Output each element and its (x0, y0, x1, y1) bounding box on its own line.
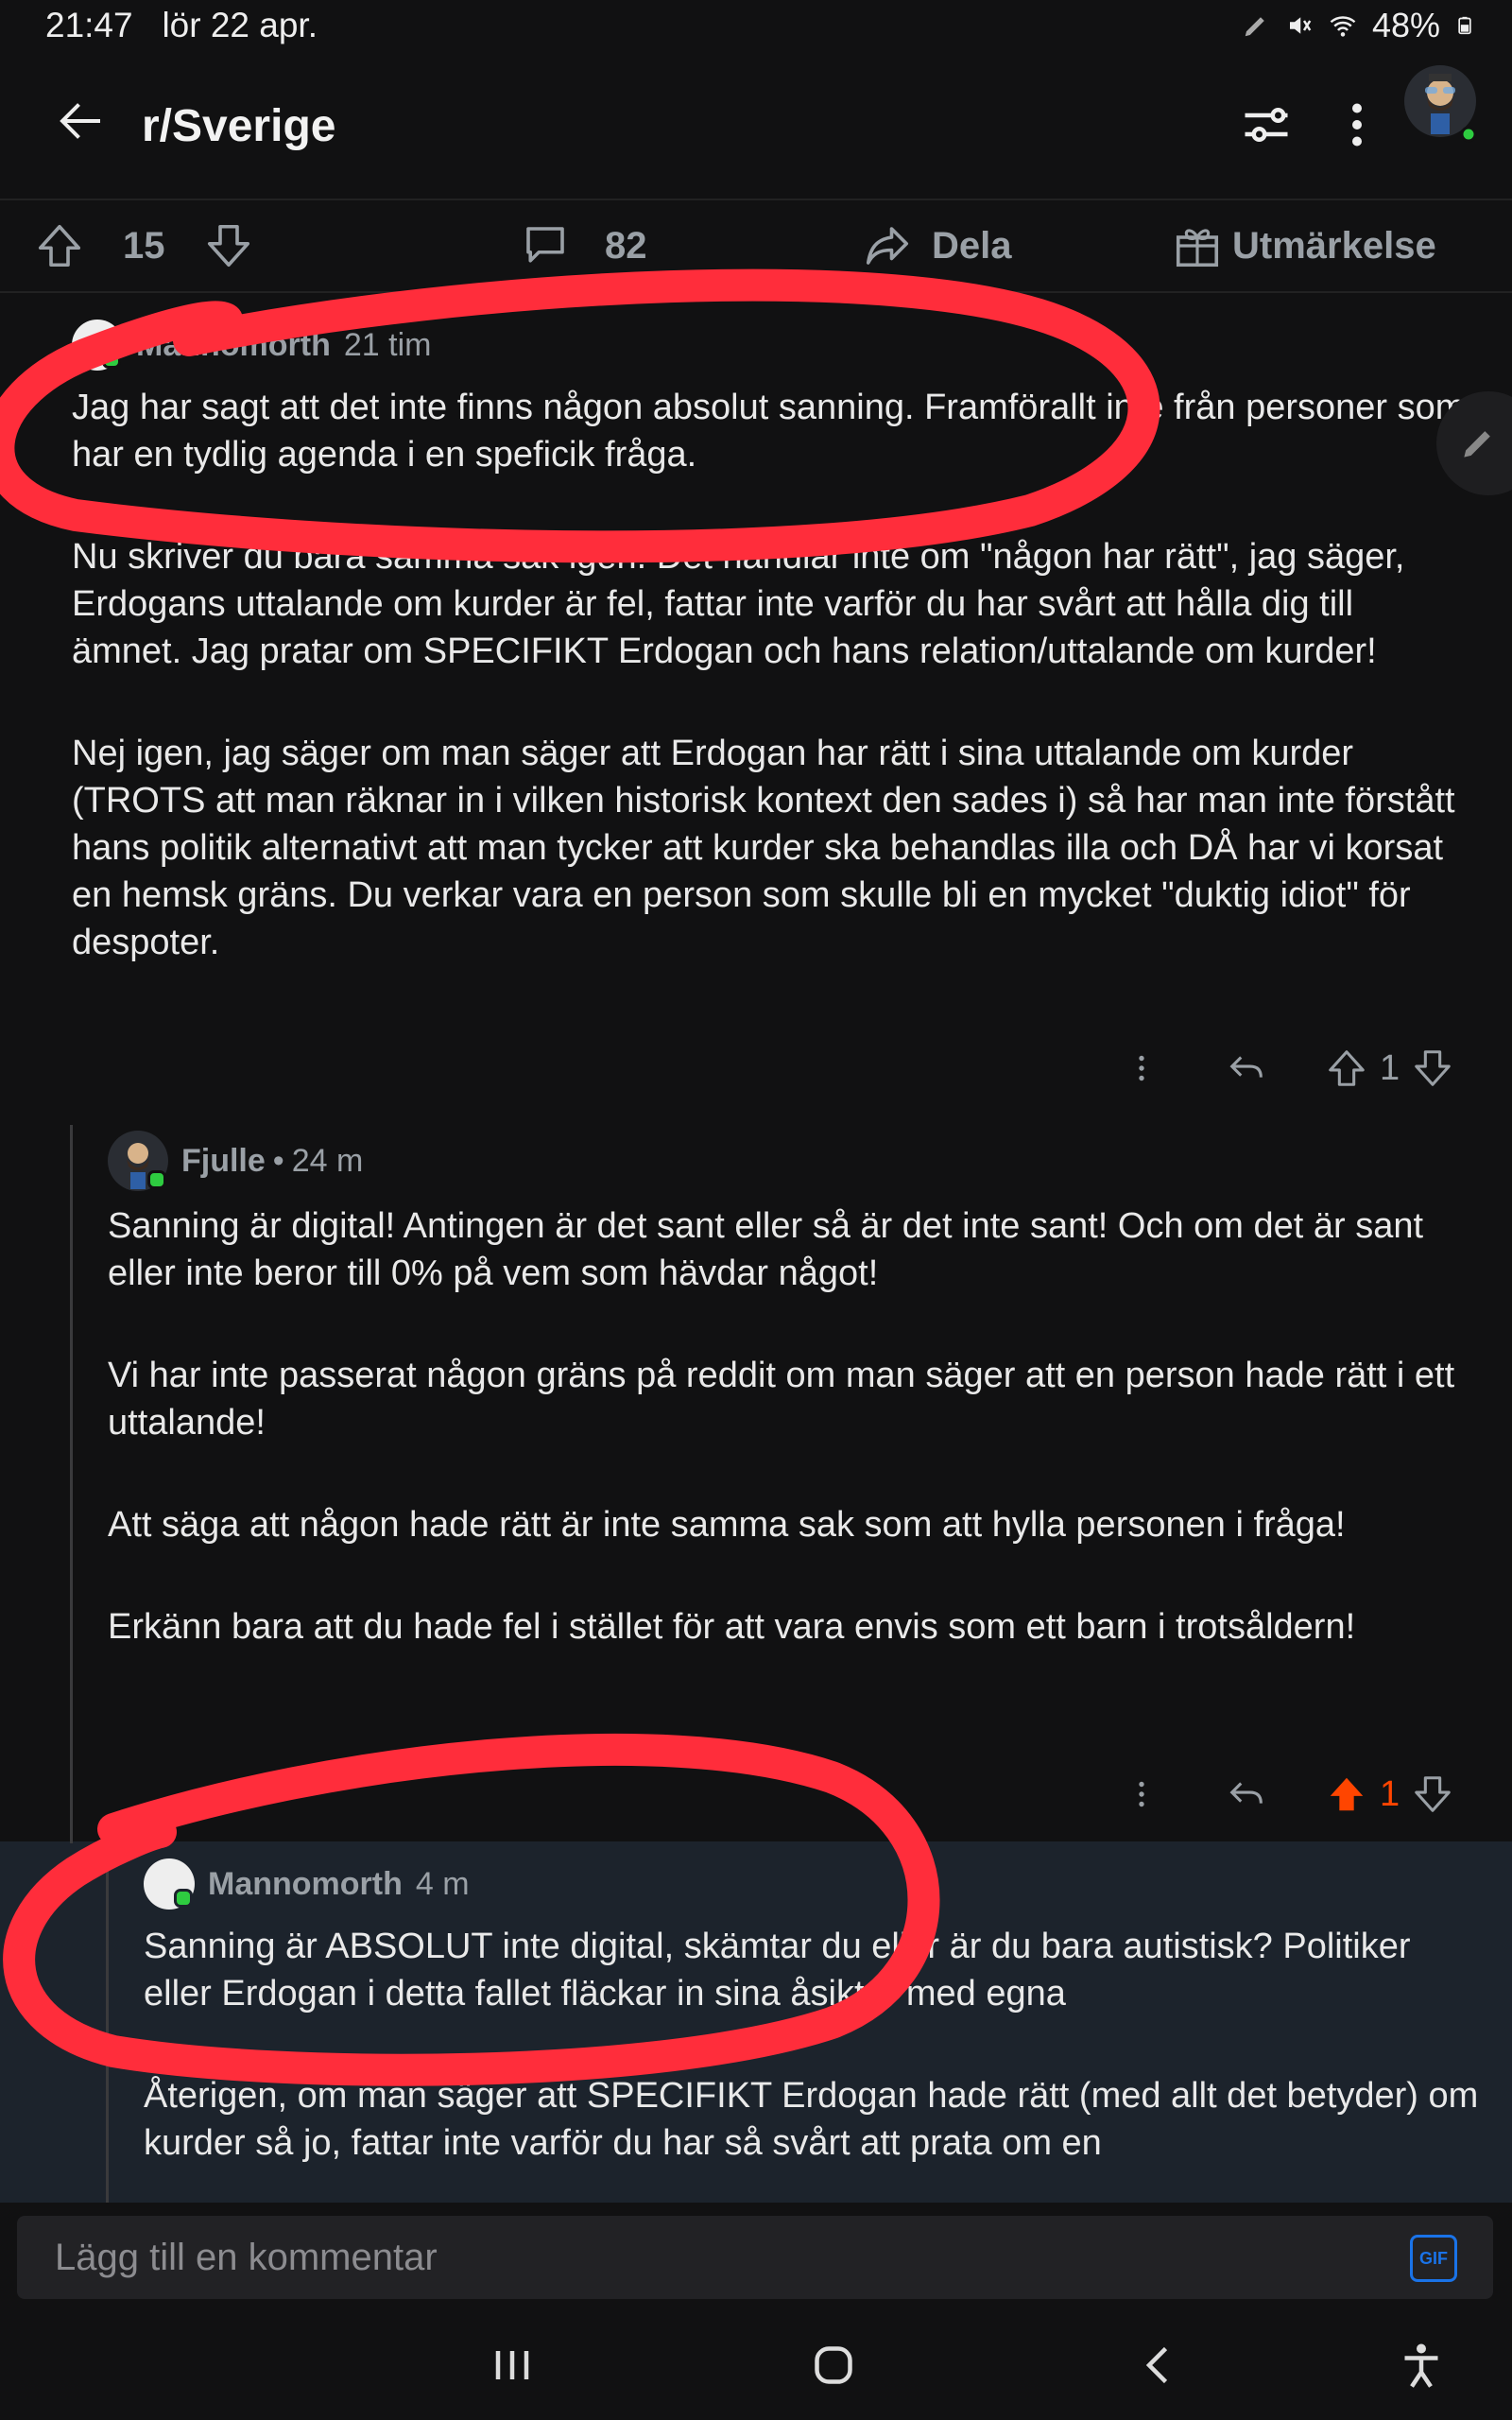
avatar[interactable] (144, 1858, 195, 1910)
comment-score: 1 (1380, 1773, 1400, 1814)
pen-icon (1245, 17, 1264, 37)
comment-body: Jag har sagt att det inte finns någon ab… (72, 384, 1470, 966)
comment-meta: Mannomorth 4 m (144, 1858, 1486, 1910)
comment-paragraph: Jag har sagt att det inte finns någon ab… (72, 388, 1466, 475)
post-action-bar: 15 82 Dela Utmärkelse (0, 199, 1512, 293)
reply-icon[interactable] (1225, 1772, 1268, 1816)
system-nav-bar (0, 2303, 1512, 2420)
downvote-icon[interactable] (1411, 1772, 1454, 1816)
comment-meta: Fjulle • 24 m (108, 1131, 1478, 1191)
reply-icon[interactable] (1225, 1046, 1268, 1090)
home-icon[interactable] (805, 2337, 862, 2394)
comment-paragraph: Återigen, om man säger att SPECIFIKT Erd… (144, 2076, 1479, 2163)
comment-age: 24 m (291, 1142, 364, 1179)
comment-age: 4 m (415, 1865, 470, 1902)
thread-line[interactable] (106, 1841, 109, 2203)
comment-paragraph: Nej igen, jag säger om man säger att Erd… (72, 734, 1455, 962)
upvote-icon-active[interactable] (1325, 1772, 1368, 1816)
avatar[interactable] (108, 1131, 168, 1191)
mute-icon (1289, 17, 1312, 34)
post-score: 15 (123, 224, 165, 267)
avatar[interactable] (72, 320, 123, 371)
comment-count: 82 (605, 224, 647, 267)
comment-actions: 1 (1125, 1766, 1454, 1823)
comment-body: Sanning är digital! Antingen är det sant… (108, 1202, 1478, 1651)
comment: Mannomorth 21 tim Jag har sagt att det i… (72, 320, 1470, 966)
upvote-icon[interactable] (34, 220, 85, 271)
comment-age: 21 tim (343, 326, 432, 363)
battery-icon (1458, 16, 1471, 35)
subreddit-title[interactable]: r/Sverige (142, 100, 335, 152)
upvote-icon[interactable] (1325, 1046, 1368, 1090)
comment-paragraph: Erkänn bara att du hade fel i stället fö… (108, 1607, 1356, 1647)
thread-line[interactable] (70, 1125, 73, 1843)
comment-paragraph: Att säga att någon hade rätt är inte sam… (108, 1505, 1346, 1545)
award-button[interactable]: Utmärkelse (1172, 217, 1436, 274)
comment: Fjulle • 24 m Sanning är digital! Anting… (108, 1131, 1478, 1651)
more-options-icon[interactable] (1338, 96, 1376, 153)
status-bar: 21:47 lör 22 apr. 48% (0, 0, 1512, 57)
comment-composer[interactable]: Lägg till en kommentar GIF (17, 2216, 1493, 2299)
more-options-icon[interactable] (1125, 1772, 1159, 1816)
comment-body: Sanning är ABSOLUT inte digital, skämtar… (144, 1923, 1486, 2167)
share-button[interactable]: Dela (862, 217, 1012, 274)
comment-meta: Mannomorth 21 tim (72, 320, 1470, 371)
comment-username[interactable]: Mannomorth (136, 327, 331, 364)
recent-apps-icon[interactable] (484, 2337, 541, 2394)
share-icon (866, 227, 909, 265)
gif-button[interactable]: GIF (1410, 2235, 1457, 2282)
more-options-icon[interactable] (1125, 1046, 1159, 1090)
downvote-icon[interactable] (203, 220, 254, 271)
accessibility-icon[interactable] (1393, 2337, 1450, 2394)
status-icons: 48% (1242, 6, 1474, 45)
comment-score: 1 (1380, 1047, 1400, 1088)
award-label: Utmärkelse (1232, 224, 1436, 267)
meta-separator: • (272, 1142, 284, 1179)
comment-username[interactable]: Fjulle (181, 1143, 266, 1180)
status-time: 21:47 lör 22 apr. (45, 6, 318, 44)
gift-icon (1176, 229, 1219, 268)
pencil-icon (1464, 431, 1490, 458)
composer-placeholder: Lägg till en kommentar (55, 2237, 438, 2278)
downvote-icon[interactable] (1411, 1046, 1454, 1090)
sort-filter-icon[interactable] (1238, 96, 1295, 153)
comment-actions: 1 (1125, 1040, 1454, 1097)
back-arrow-icon[interactable] (53, 93, 110, 149)
comments-button[interactable]: 82 (520, 217, 647, 274)
vote-group: 15 (34, 217, 254, 274)
share-label: Dela (932, 224, 1012, 267)
comment-username[interactable]: Mannomorth (208, 1866, 403, 1903)
comment-paragraph: Nu skriver du bara samma sak igen. Det h… (72, 537, 1405, 671)
comment-paragraph: Vi har inte passerat någon gräns på redd… (108, 1356, 1455, 1443)
nav-back-icon[interactable] (1130, 2337, 1187, 2394)
comment-paragraph: Sanning är ABSOLUT inte digital, skämtar… (144, 1927, 1411, 2014)
top-bar: r/Sverige (0, 59, 1512, 191)
battery-percent: 48% (1371, 6, 1440, 44)
comment-bubble-icon (526, 227, 564, 263)
wifi-icon (1330, 16, 1356, 37)
comment-paragraph: Sanning är digital! Antingen är det sant… (108, 1206, 1424, 1293)
comment: Mannomorth 4 m Sanning är ABSOLUT inte d… (144, 1858, 1486, 2203)
user-avatar[interactable] (1402, 59, 1478, 144)
